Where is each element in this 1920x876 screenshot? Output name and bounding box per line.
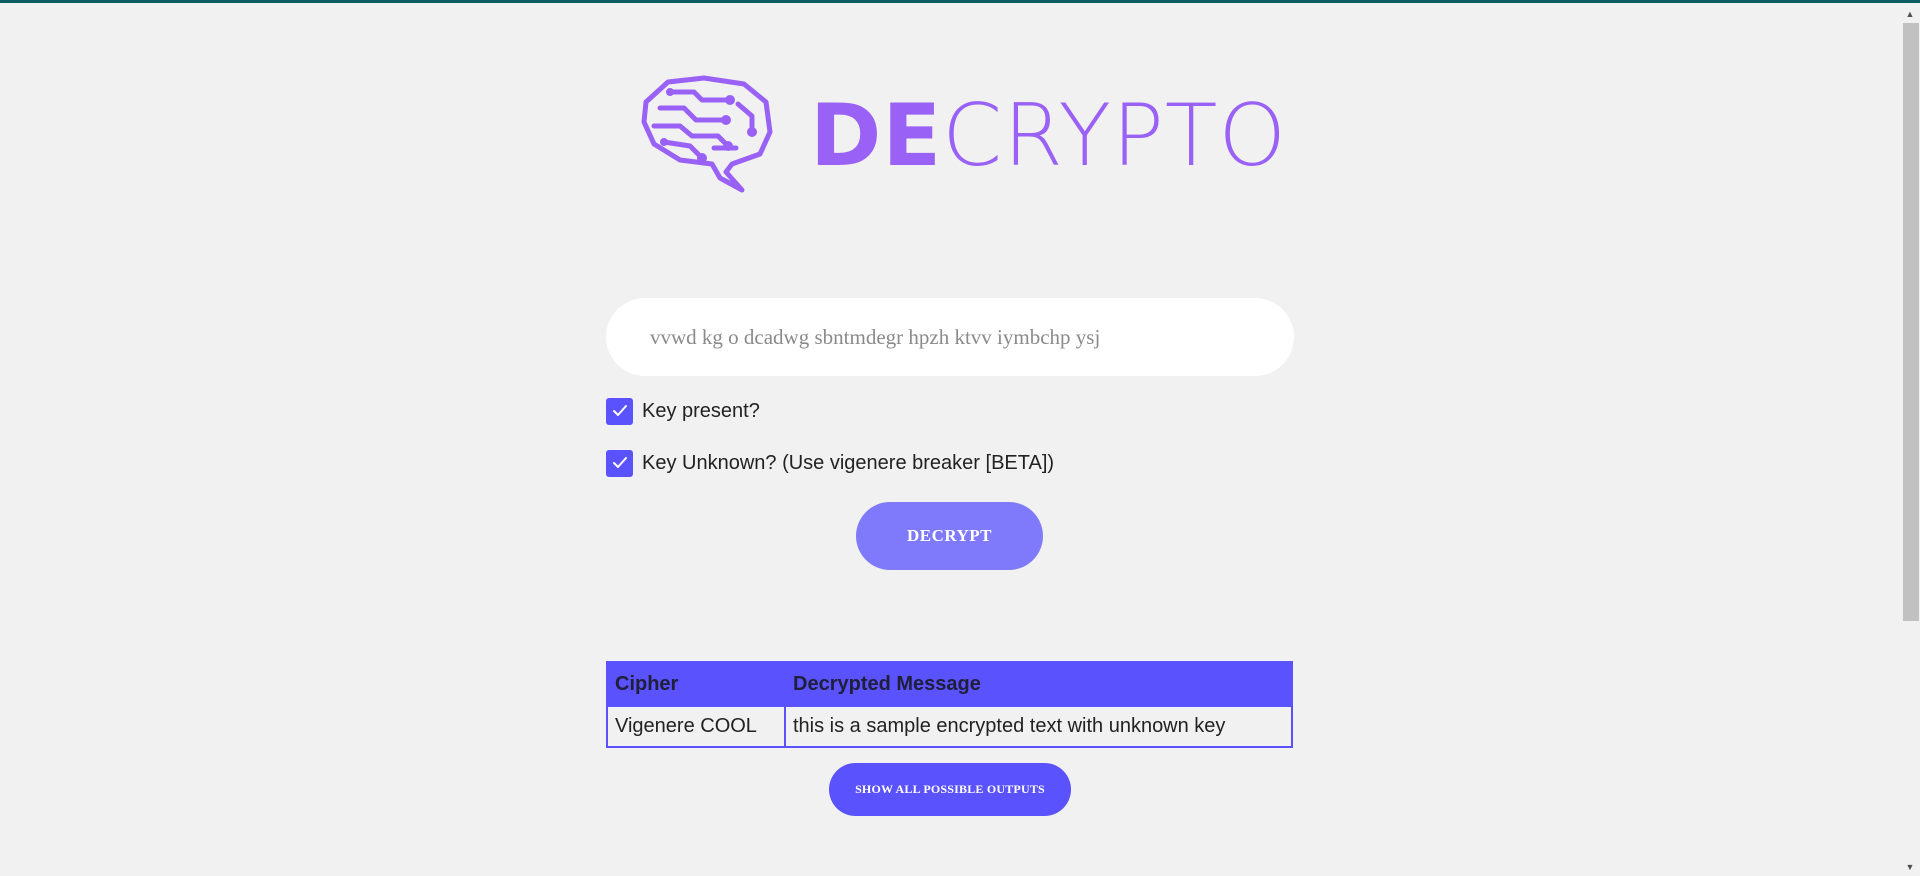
browser-top-border [0, 0, 1920, 3]
scroll-down-arrow-icon[interactable]: ▼ [1900, 858, 1920, 876]
decrypto-wordmark: DECRYPTO [810, 86, 1287, 186]
cipher-cell: Vigenere COOL [606, 705, 786, 748]
key-present-checkbox[interactable] [606, 397, 633, 425]
brain-circuit-icon [641, 75, 773, 193]
key-unknown-label: Key Unknown? (Use vigenere breaker [BETA… [642, 451, 1055, 474]
column-header-cipher: Cipher [606, 661, 786, 707]
key-unknown-row[interactable]: Key Unknown? (Use vigenere breaker [BETA… [606, 449, 1054, 477]
column-header-decrypted-message: Decrypted Message [784, 661, 1293, 707]
ciphertext-input[interactable] [606, 298, 1294, 376]
scroll-up-arrow-icon[interactable]: ▲ [1900, 5, 1920, 23]
wordmark-bold: DE [810, 86, 943, 186]
key-present-row[interactable]: Key present? [606, 397, 760, 425]
results-table: Cipher Decrypted Message Vigenere COOL t… [606, 661, 1293, 748]
table-row: Vigenere COOL this is a sample encrypted… [606, 705, 1293, 748]
scrollbar-thumb[interactable] [1903, 23, 1919, 621]
decrypted-message-cell: this is a sample encrypted text with unk… [784, 705, 1293, 748]
decrypto-logo: DECRYPTO [640, 74, 1286, 194]
checkmark-icon [612, 457, 627, 468]
wordmark-light: CRYPTO [942, 86, 1288, 186]
show-all-outputs-button[interactable]: SHOW ALL POSSIBLE OUTPUTS [829, 763, 1071, 816]
checkmark-icon [612, 405, 627, 416]
decrypt-button[interactable]: DECRYPT [856, 502, 1043, 570]
table-header-row: Cipher Decrypted Message [606, 661, 1293, 707]
key-present-label: Key present? [642, 399, 760, 422]
key-unknown-checkbox[interactable] [606, 449, 633, 477]
vertical-scrollbar[interactable]: ▲ ▼ [1900, 3, 1920, 876]
